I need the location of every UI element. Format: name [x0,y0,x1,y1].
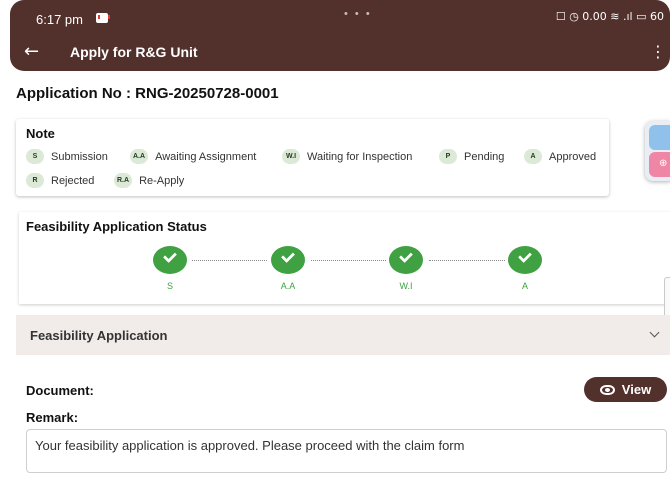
step-label: A [521,281,528,291]
document-label: Document: [26,383,94,398]
check-circle-icon [508,246,542,274]
remark-label: Remark: [26,410,79,425]
gmail-notification-icon [96,13,110,23]
status-time: 6:17 pm [36,12,83,27]
status-dots-icon: • • • [344,8,372,20]
back-arrow-icon[interactable]: ← [24,41,39,62]
legend-item-pending: P Pending [439,149,504,164]
legend-item-awaiting-assignment: A.A Awaiting Assignment [130,149,256,164]
search-zoom-icon[interactable]: ⊕ [649,152,670,177]
remark-text-field[interactable]: Your feasibility application is approved… [26,429,667,473]
step-connector [311,260,386,261]
chevron-down-icon[interactable] [649,327,660,338]
step-connector [192,260,267,261]
legend-label: Submission [51,150,108,163]
system-status-bar: 6:17 pm • • • ☐ ◷ 0.00 ≋ .ıl ▭ 60 [10,0,670,33]
legend-item-submission: S Submission [26,149,108,164]
status-step-waiting-for-inspection: W.I [386,246,426,291]
feasibility-application-accordion[interactable]: Feasibility Application [16,315,670,355]
legend-item-waiting-for-inspection: W.I Waiting for Inspection [282,149,412,164]
step-label: S [166,281,173,291]
legend-chip: A [524,149,542,164]
legend-item-rejected: R Rejected [26,173,94,188]
legend-chip: S [26,149,44,164]
legend-chip: W.I [282,149,300,164]
eye-icon [599,384,615,395]
system-icons: ☐ ◷ 0.00 ≋ .ıl ▭ 60 [555,10,664,23]
legend-chip: A.A [130,149,149,164]
step-label: A.A [280,281,296,291]
app-bar: ← Apply for R&G Unit ⋮ [10,33,670,71]
step-connector [429,260,505,261]
legend-label: Re-Apply [139,174,185,187]
check-circle-icon [271,246,305,274]
document-section: Document: View Remark: Your feasibility … [17,365,670,485]
note-legend-card: Note S Submission A.A Awaiting Assignmen… [16,119,609,196]
status-step-approved: A [505,246,545,291]
view-button-label: View [621,382,652,397]
status-step-submission: S [150,246,190,291]
legend-chip: P [439,149,457,164]
legend-label: Awaiting Assignment [155,150,257,163]
legend-chip: R [26,173,44,188]
accordion-title: Feasibility Application [30,328,168,343]
legend-label: Approved [549,150,597,163]
status-step-awaiting-assignment: A.A [268,246,308,291]
application-number-value: RNG-20250728-0001 [135,85,279,102]
legend-label: Rejected [51,174,95,187]
feasibility-status-title: Feasibility Application Status [26,219,207,234]
check-circle-icon [153,246,187,274]
feasibility-status-card: Feasibility Application Status [19,212,670,304]
page-title: Apply for R&G Unit [70,44,198,60]
legend-chip: R.A [114,173,133,188]
floating-action-button[interactable]: ⊕ [645,121,670,181]
note-title: Note [26,126,55,141]
more-options-icon[interactable]: ⋮ [650,42,666,61]
application-number-label: Application No : [16,85,131,102]
legend-label: Pending [464,150,505,163]
legend-item-re-apply: R.A Re-Apply [114,173,184,188]
application-number: Application No : RNG-20250728-0001 [16,85,279,102]
view-document-button[interactable]: View [584,377,667,402]
legend-item-approved: A Approved [524,149,596,164]
legend-label: Waiting for Inspection [307,150,413,163]
check-circle-icon [389,246,423,274]
book-icon[interactable] [649,125,670,150]
step-label: W.I [399,281,413,291]
